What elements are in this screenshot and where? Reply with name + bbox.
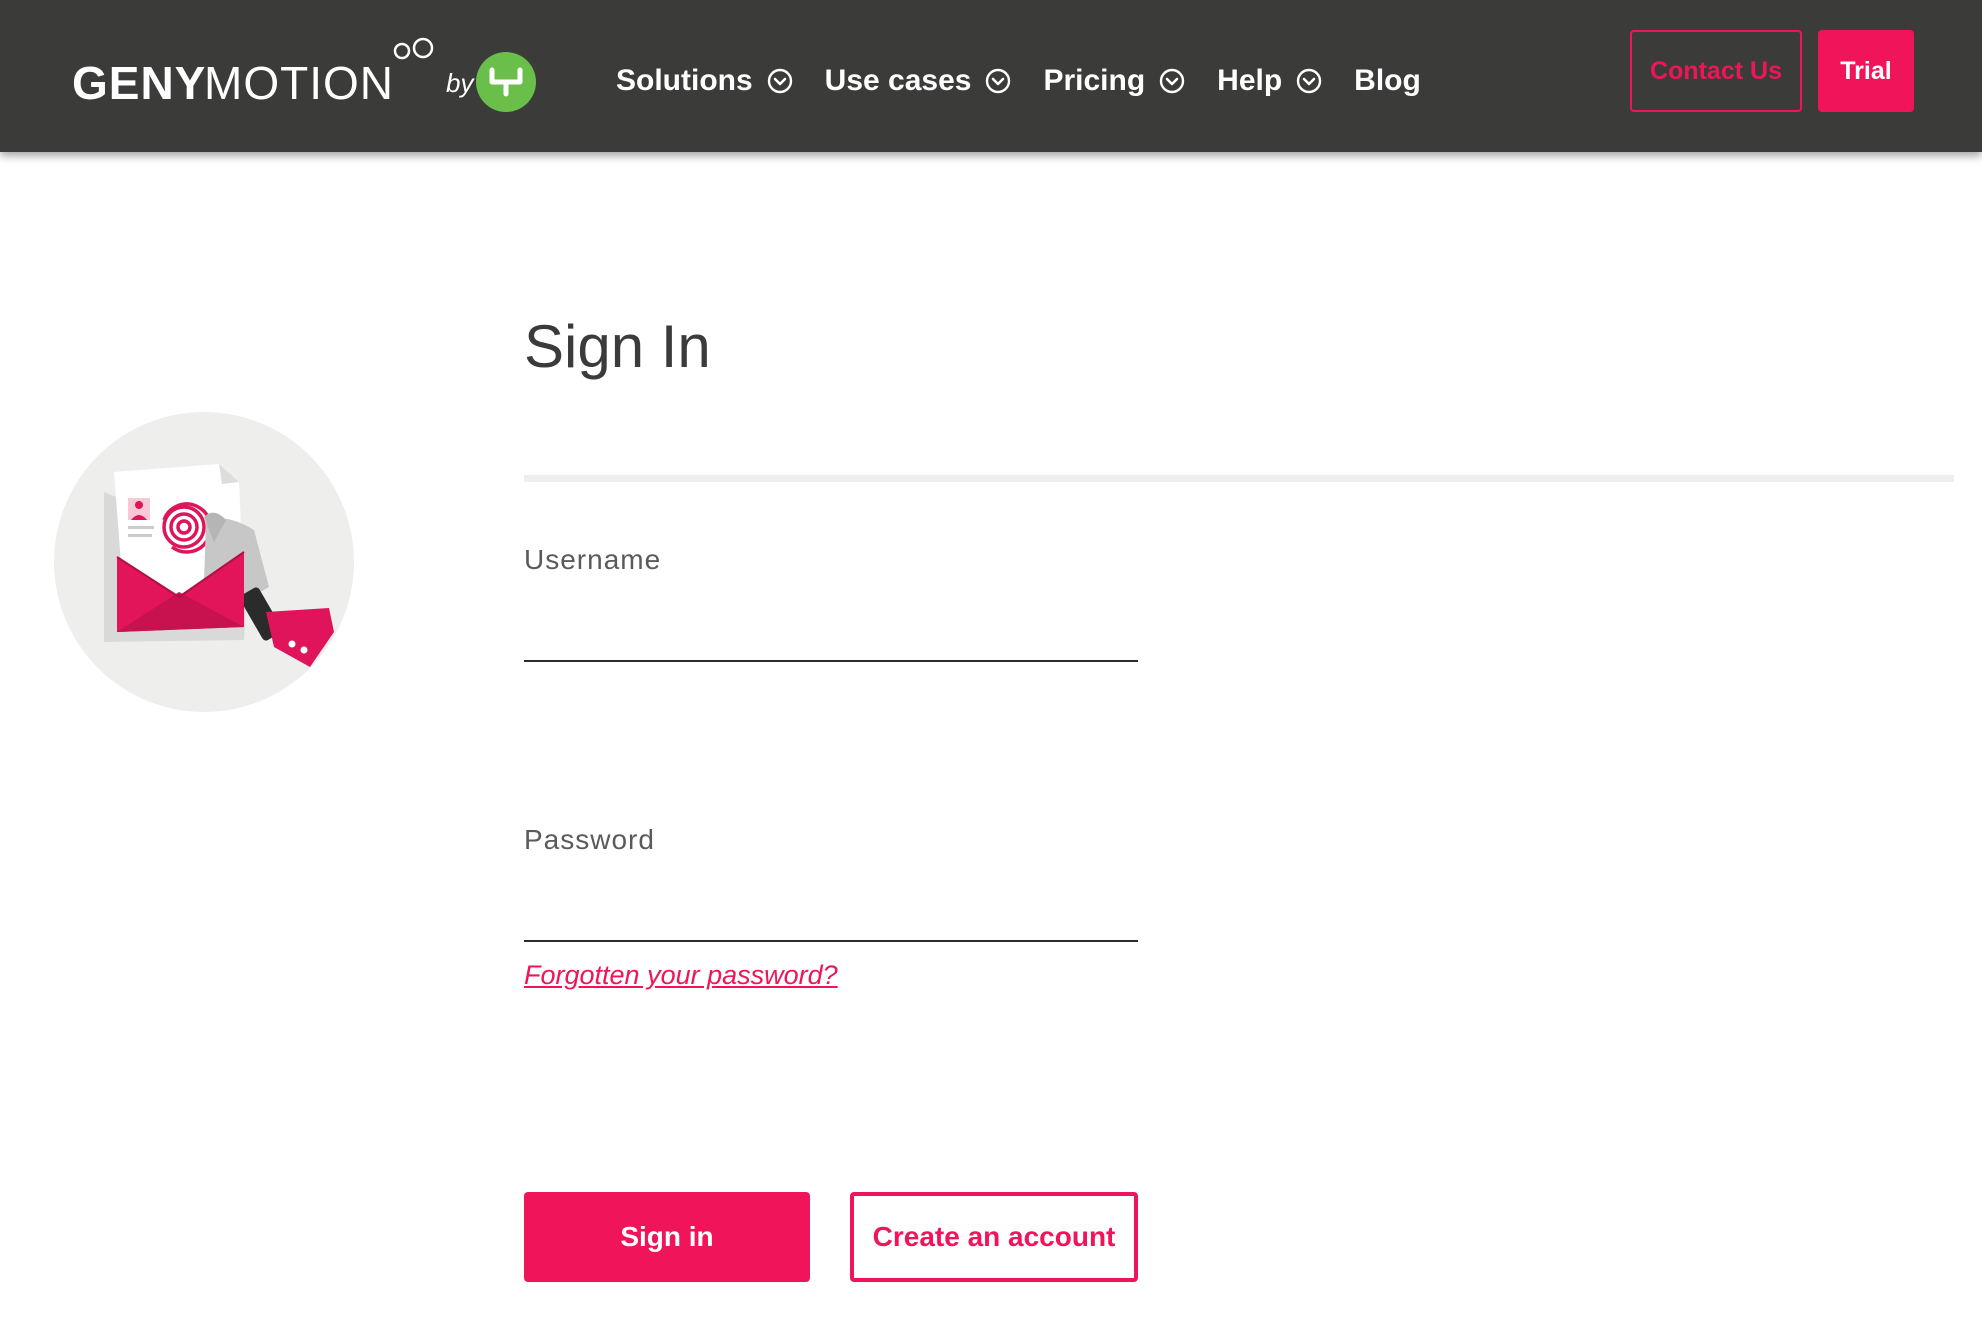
fingerprint-envelope-illustration — [54, 412, 354, 712]
page-title: Sign In — [524, 313, 711, 380]
nav-label: Pricing — [1043, 64, 1146, 97]
nav-label: Blog — [1354, 64, 1421, 97]
nav-pricing[interactable]: Pricing — [1043, 64, 1185, 98]
nav-help[interactable]: Help — [1217, 64, 1322, 98]
contact-us-button[interactable]: Contact Us — [1630, 30, 1802, 112]
nav-blog[interactable]: Blog — [1354, 64, 1421, 98]
nav-use-cases[interactable]: Use cases — [825, 64, 1012, 98]
create-account-button[interactable]: Create an account — [850, 1192, 1138, 1282]
chevron-down-circle-icon — [986, 68, 1011, 94]
logo-wordmark-bold: GENY — [72, 57, 207, 109]
genymotion-logo[interactable]: GENY MOTION by — [72, 30, 552, 120]
forgot-password-link[interactable]: Forgotten your password? — [524, 960, 838, 991]
nav-label: Solutions — [616, 64, 753, 97]
trial-button[interactable]: Trial — [1818, 30, 1914, 112]
nav-label: Help — [1217, 64, 1283, 97]
password-input[interactable] — [524, 882, 1138, 942]
chevron-down-circle-icon — [1159, 68, 1185, 94]
password-label: Password — [524, 824, 655, 855]
main-nav: Solutions Use cases Pricing Help Blog — [616, 64, 1453, 98]
logo-dots-icon — [393, 37, 434, 60]
nav-solutions[interactable]: Solutions — [616, 64, 793, 98]
genymobile-badge-icon — [476, 52, 536, 112]
username-input[interactable] — [524, 602, 1138, 662]
username-label: Username — [524, 544, 662, 575]
chevron-down-circle-icon — [1296, 68, 1322, 94]
sign-in-button[interactable]: Sign in — [524, 1192, 810, 1282]
site-header: GENY MOTION by Solutions Use cases Prici… — [0, 0, 1982, 152]
title-divider — [524, 475, 1954, 482]
nav-label: Use cases — [824, 64, 972, 97]
logo-wordmark-light: MOTION — [204, 57, 394, 109]
chevron-down-circle-icon — [767, 68, 792, 94]
logo-by-text: by — [446, 68, 474, 98]
